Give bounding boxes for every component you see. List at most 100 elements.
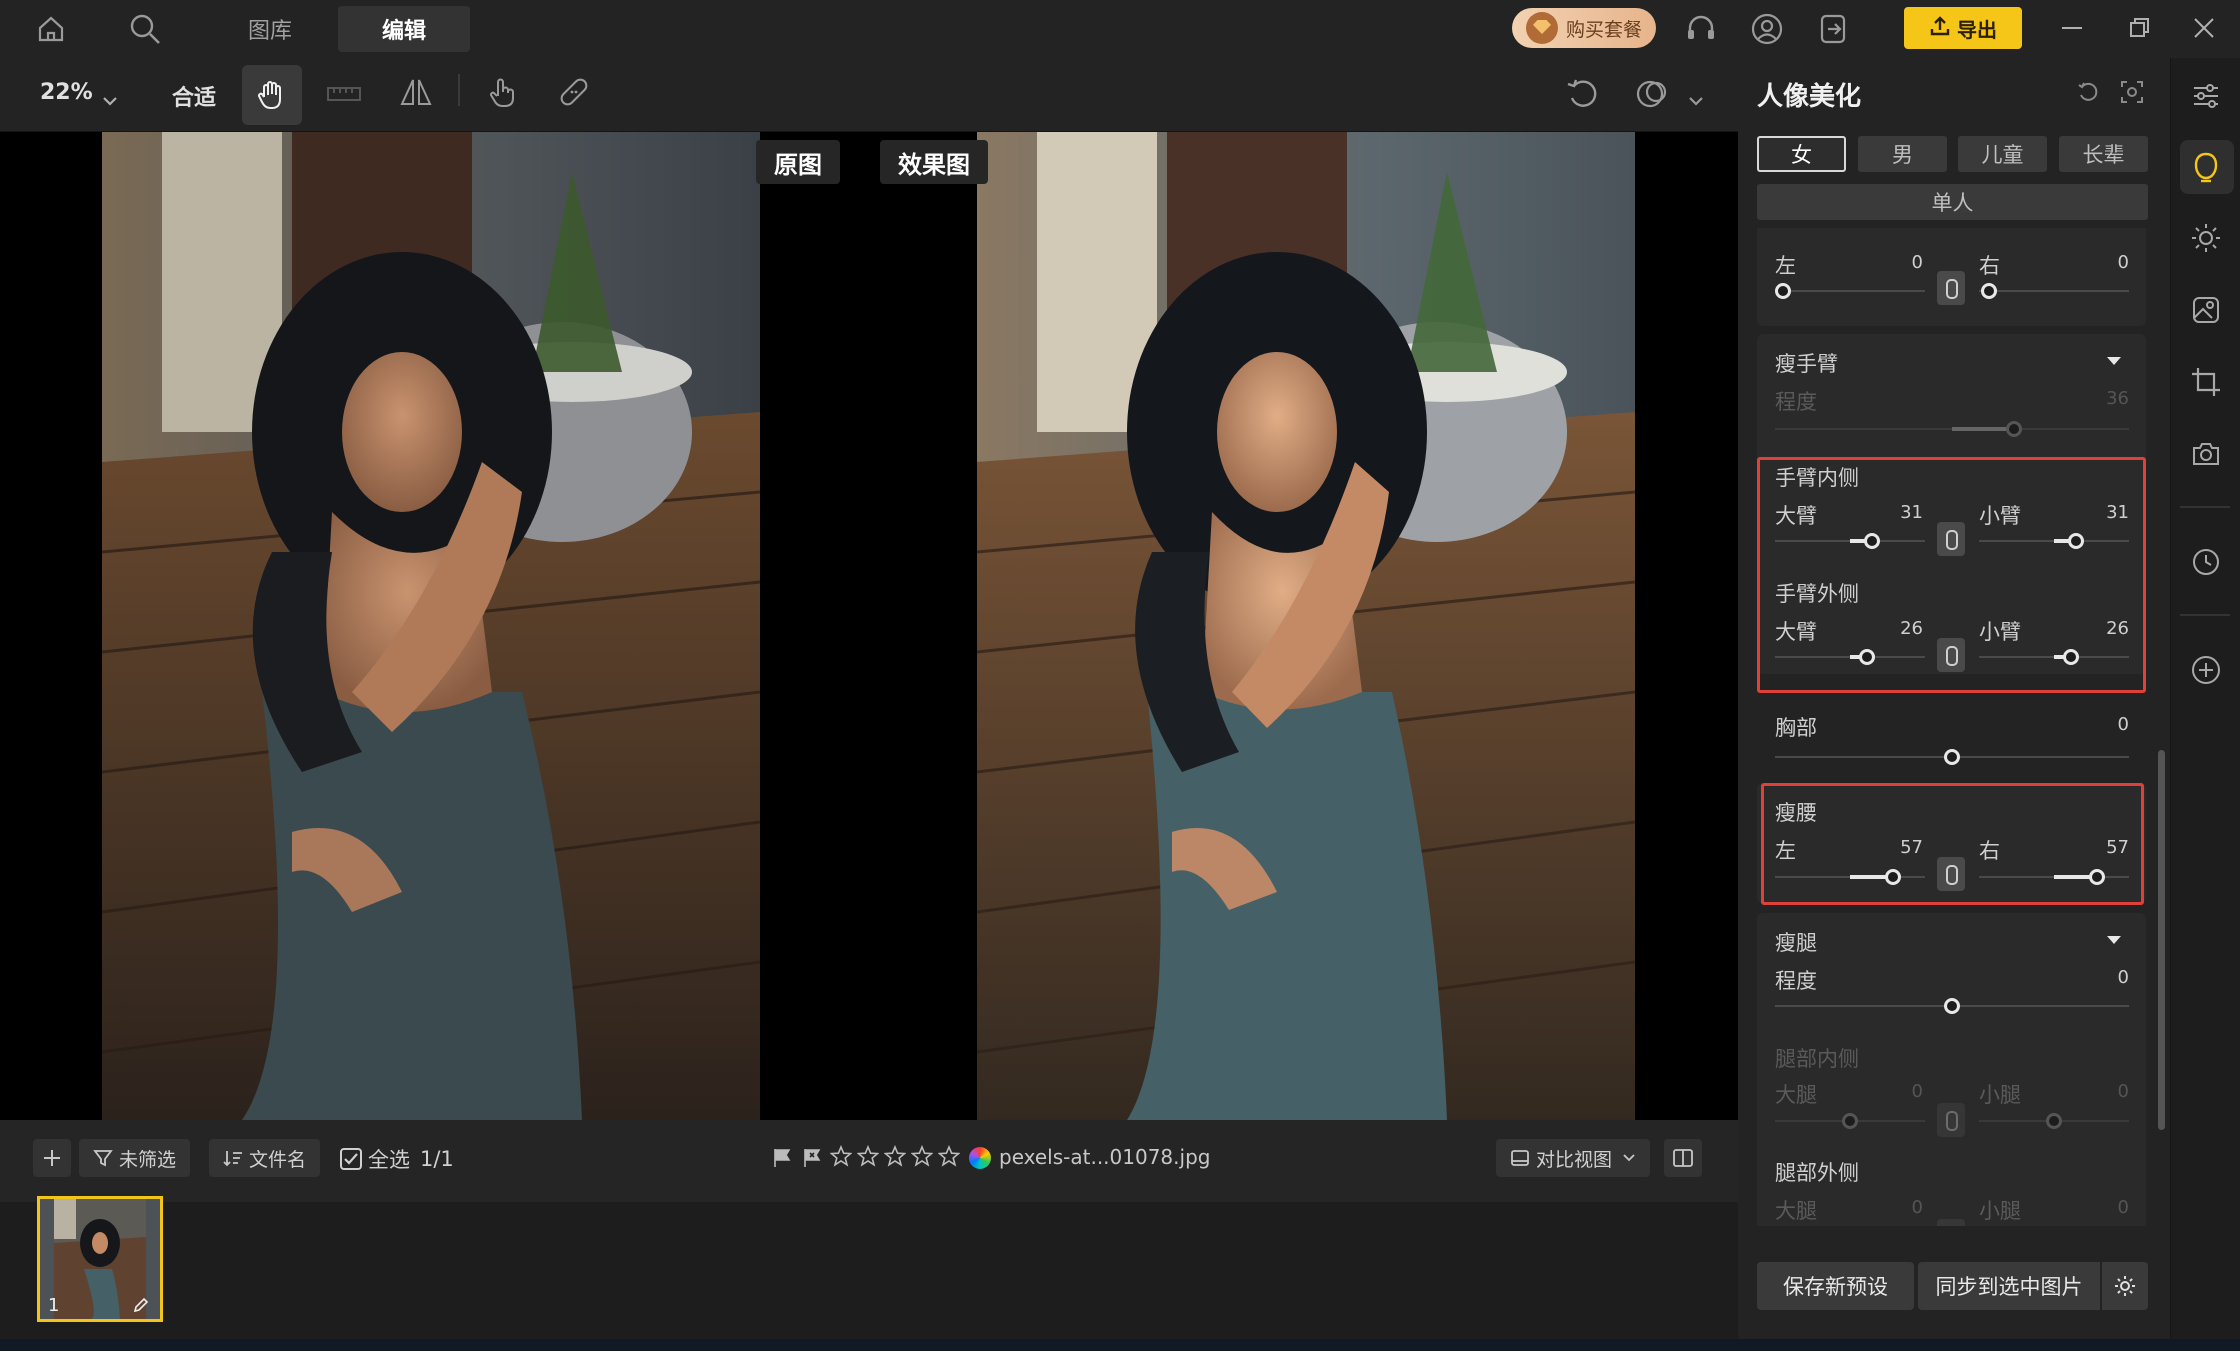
image-adjust-icon[interactable]: [2186, 290, 2226, 330]
search-icon[interactable]: [128, 12, 162, 46]
save-preset-button[interactable]: 保存新预设: [1757, 1262, 1914, 1310]
highlight-arm-box: [1757, 457, 2146, 693]
legs-title: 瘦腿: [1775, 931, 1817, 955]
panel-scrollbar[interactable]: [2158, 750, 2165, 1130]
star-rating[interactable]: [830, 1145, 960, 1167]
bandage-icon[interactable]: [556, 74, 592, 115]
legs-degree-label: 程度: [1775, 969, 1817, 993]
sort-label: 文件名: [249, 1148, 307, 1171]
after-label: 效果图: [880, 140, 988, 184]
shoulder-right-slider[interactable]: [1979, 290, 2129, 292]
panel-title: 人像美化: [1757, 82, 1862, 112]
export-button[interactable]: 导出: [1904, 7, 2022, 49]
add-plus-icon[interactable]: [2186, 650, 2226, 690]
star-icon[interactable]: [911, 1145, 933, 1167]
sync-selected-button[interactable]: 同步到选中图片: [1918, 1262, 2100, 1310]
undo-icon[interactable]: [1564, 76, 1600, 117]
history-clock-icon[interactable]: [2186, 542, 2226, 582]
close-icon[interactable]: [2192, 16, 2216, 45]
sync-settings-button[interactable]: [2102, 1262, 2148, 1310]
hand-tool-button[interactable]: [242, 65, 302, 125]
star-icon[interactable]: [884, 1145, 906, 1167]
split-view-button[interactable]: [1664, 1139, 1702, 1177]
color-label-icon[interactable]: [969, 1147, 991, 1169]
logout-icon[interactable]: [1816, 12, 1850, 46]
select-all-checkbox[interactable]: 全选 1/1: [340, 1145, 454, 1173]
link-toggle-icon[interactable]: [1937, 1219, 1965, 1226]
expand-caret-icon[interactable]: [2107, 357, 2121, 365]
inner-calf-value: 0: [2117, 1081, 2129, 1102]
hand-icon: [258, 81, 281, 109]
outer-thigh-value: 0: [1911, 1197, 1923, 1218]
touch-point-icon[interactable]: [484, 74, 520, 115]
filter-icon: [93, 1150, 113, 1167]
buy-package-button[interactable]: 购买套餐: [1512, 8, 1656, 48]
highlight-waist-box: [1761, 783, 2144, 905]
thumbnail-index: 1: [48, 1295, 60, 1316]
home-icon[interactable]: [36, 14, 66, 44]
chest-value: 0: [2117, 714, 2129, 735]
restore-button[interactable]: [2128, 16, 2152, 45]
link-toggle-icon[interactable]: [1937, 271, 1965, 305]
flip-horizontal-icon[interactable]: [398, 74, 434, 115]
star-icon[interactable]: [857, 1145, 879, 1167]
support-headset-icon[interactable]: [1684, 12, 1718, 46]
compare-chevron-down-icon[interactable]: [1688, 88, 1704, 112]
flag-reject-icon[interactable]: [802, 1147, 822, 1174]
link-toggle-icon[interactable]: [1937, 1103, 1965, 1137]
reset-icon[interactable]: [2076, 80, 2100, 109]
compare-view-dropdown[interactable]: 对比视图: [1496, 1139, 1651, 1177]
view-layout-icon: [1511, 1150, 1529, 1166]
expand-caret-icon[interactable]: [2107, 936, 2121, 944]
taskbar-strip: [0, 1339, 2240, 1351]
tab-female[interactable]: 女: [1757, 136, 1846, 172]
ruler-icon[interactable]: [326, 78, 362, 115]
thin-arm-degree-handle[interactable]: [2006, 421, 2022, 437]
zoom-chevron-down-icon[interactable]: [102, 88, 118, 112]
original-photo[interactable]: [102, 132, 760, 1120]
shoulder-left-slider[interactable]: [1775, 290, 1925, 292]
filter-button[interactable]: 未筛选: [79, 1139, 191, 1177]
inner-thigh-handle[interactable]: [1842, 1113, 1858, 1129]
edited-pencil-icon: [132, 1295, 150, 1319]
toolbar-divider: [458, 74, 460, 106]
user-account-icon[interactable]: [1750, 12, 1784, 46]
zoom-level[interactable]: 22%: [40, 80, 93, 105]
legs-degree-handle[interactable]: [1944, 998, 1960, 1014]
light-sun-icon[interactable]: [2186, 218, 2226, 258]
inner-calf-handle[interactable]: [2046, 1113, 2062, 1129]
inner-thigh-label: 大腿: [1775, 1083, 1817, 1107]
outer-leg-title: 腿部外侧: [1775, 1161, 1859, 1185]
compare-mask-icon[interactable]: [1634, 76, 1670, 117]
fit-button[interactable]: 合适: [172, 80, 216, 112]
add-image-button[interactable]: [33, 1139, 71, 1177]
shoulder-right-value: 0: [2117, 252, 2129, 273]
camera-icon[interactable]: [2186, 434, 2226, 474]
outer-calf-label: 小腿: [1979, 1199, 2021, 1223]
single-person-button[interactable]: 单人: [1757, 184, 2148, 220]
chest-handle[interactable]: [1944, 749, 1960, 765]
thin-arm-degree-label: 程度: [1775, 390, 1817, 414]
shoulder-left-handle[interactable]: [1775, 283, 1791, 299]
tab-child[interactable]: 儿童: [1958, 136, 2047, 172]
face-detect-icon[interactable]: [2120, 80, 2144, 109]
star-icon[interactable]: [830, 1145, 852, 1167]
flag-pick-icon[interactable]: [772, 1147, 792, 1174]
star-icon[interactable]: [938, 1145, 960, 1167]
sort-icon: [223, 1151, 242, 1167]
adjust-sliders-icon[interactable]: [2186, 76, 2226, 116]
edited-photo[interactable]: [977, 132, 1635, 1120]
tab-male[interactable]: 男: [1858, 136, 1947, 172]
minimize-button[interactable]: [2062, 27, 2082, 29]
tab-library[interactable]: 图库: [222, 6, 318, 52]
thin-arm-degree-value: 36: [2106, 388, 2129, 409]
filter-label: 未筛选: [119, 1148, 177, 1171]
portrait-beauty-icon[interactable]: [2186, 147, 2226, 187]
shoulder-right-handle[interactable]: [1981, 283, 1997, 299]
crop-icon[interactable]: [2186, 362, 2226, 402]
sort-button[interactable]: 文件名: [209, 1139, 321, 1177]
tab-edit[interactable]: 编辑: [338, 6, 470, 52]
adjustments-scroll-area[interactable]: 左 0 右 0 瘦手臂 程度 36 手臂内侧 大臂 31 小臂 31 手臂外侧 …: [1757, 228, 2146, 1226]
thumbnail[interactable]: 1: [37, 1196, 163, 1322]
tab-elder[interactable]: 长辈: [2059, 136, 2148, 172]
